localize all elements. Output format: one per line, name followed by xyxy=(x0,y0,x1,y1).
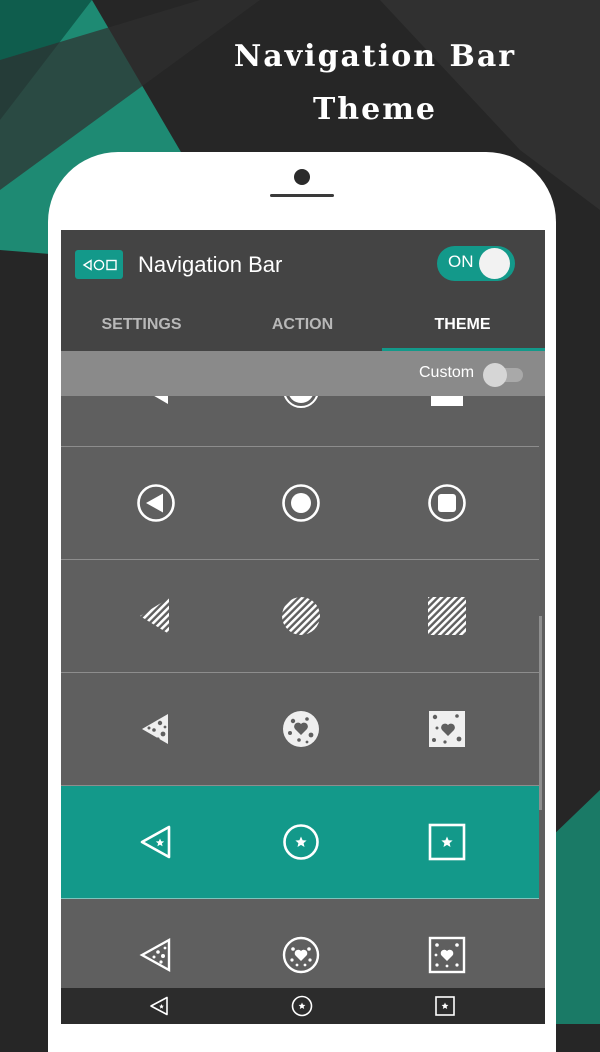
theme-row-hearts-outline[interactable] xyxy=(61,899,539,988)
home-hearts-icon xyxy=(283,711,319,747)
custom-bar: Custom xyxy=(61,351,545,396)
back-hearts-icon xyxy=(142,714,168,744)
back-striped-icon xyxy=(140,598,169,634)
master-toggle-label: ON xyxy=(448,252,474,271)
phone-camera xyxy=(294,169,310,185)
tab-action[interactable]: ACTION xyxy=(222,314,383,336)
master-toggle-knob xyxy=(479,248,510,279)
back-solid-icon xyxy=(154,396,168,404)
tab-settings[interactable]: SETTINGS xyxy=(61,314,222,336)
navigation-buttons-icon xyxy=(75,250,123,279)
promo-title-line-1: Navigation Bar xyxy=(233,39,517,74)
promo-title-line-2: Theme xyxy=(312,92,438,127)
recents-hearts-outline-icon xyxy=(428,936,466,974)
recents-circled-icon xyxy=(428,484,466,522)
promo-title: Navigation Bar Theme xyxy=(200,30,550,136)
theme-row-hearts[interactable] xyxy=(61,673,539,786)
home-circled-icon xyxy=(282,484,320,522)
custom-toggle-knob xyxy=(483,363,507,387)
custom-label: Custom xyxy=(419,364,475,381)
back-star-icon[interactable] xyxy=(148,995,170,1017)
recents-striped-icon xyxy=(428,597,466,635)
app-bar: Navigation Bar ON SETTINGS ACTION THEME xyxy=(61,230,545,352)
list-scrollbar[interactable] xyxy=(539,616,542,810)
back-star-icon xyxy=(140,825,171,859)
preview-navigation-bar xyxy=(61,988,545,1024)
app-title: Navigation Bar xyxy=(138,252,283,277)
recents-star-icon xyxy=(428,823,466,861)
phone-speaker xyxy=(270,194,334,197)
master-toggle[interactable]: ON xyxy=(437,246,515,281)
recents-hearts-icon xyxy=(429,711,465,747)
theme-list xyxy=(61,396,545,988)
home-solid-icon xyxy=(284,396,318,408)
home-hearts-outline-icon xyxy=(282,936,320,974)
home-star-icon xyxy=(283,824,319,860)
recents-star-icon[interactable] xyxy=(434,995,456,1017)
theme-row-striped[interactable] xyxy=(61,560,539,673)
theme-row-circled[interactable] xyxy=(61,447,539,560)
theme-row-star-outline[interactable] xyxy=(61,786,539,899)
back-circled-icon xyxy=(137,484,175,522)
home-star-icon[interactable] xyxy=(291,995,313,1017)
home-striped-icon xyxy=(282,597,320,635)
back-hearts-outline-icon xyxy=(139,937,171,973)
tab-theme[interactable]: THEME xyxy=(382,314,543,336)
theme-row-solid[interactable] xyxy=(61,396,539,447)
recents-solid-icon xyxy=(431,396,463,406)
app-screen: Navigation Bar ON SETTINGS ACTION THEME … xyxy=(61,230,545,1024)
